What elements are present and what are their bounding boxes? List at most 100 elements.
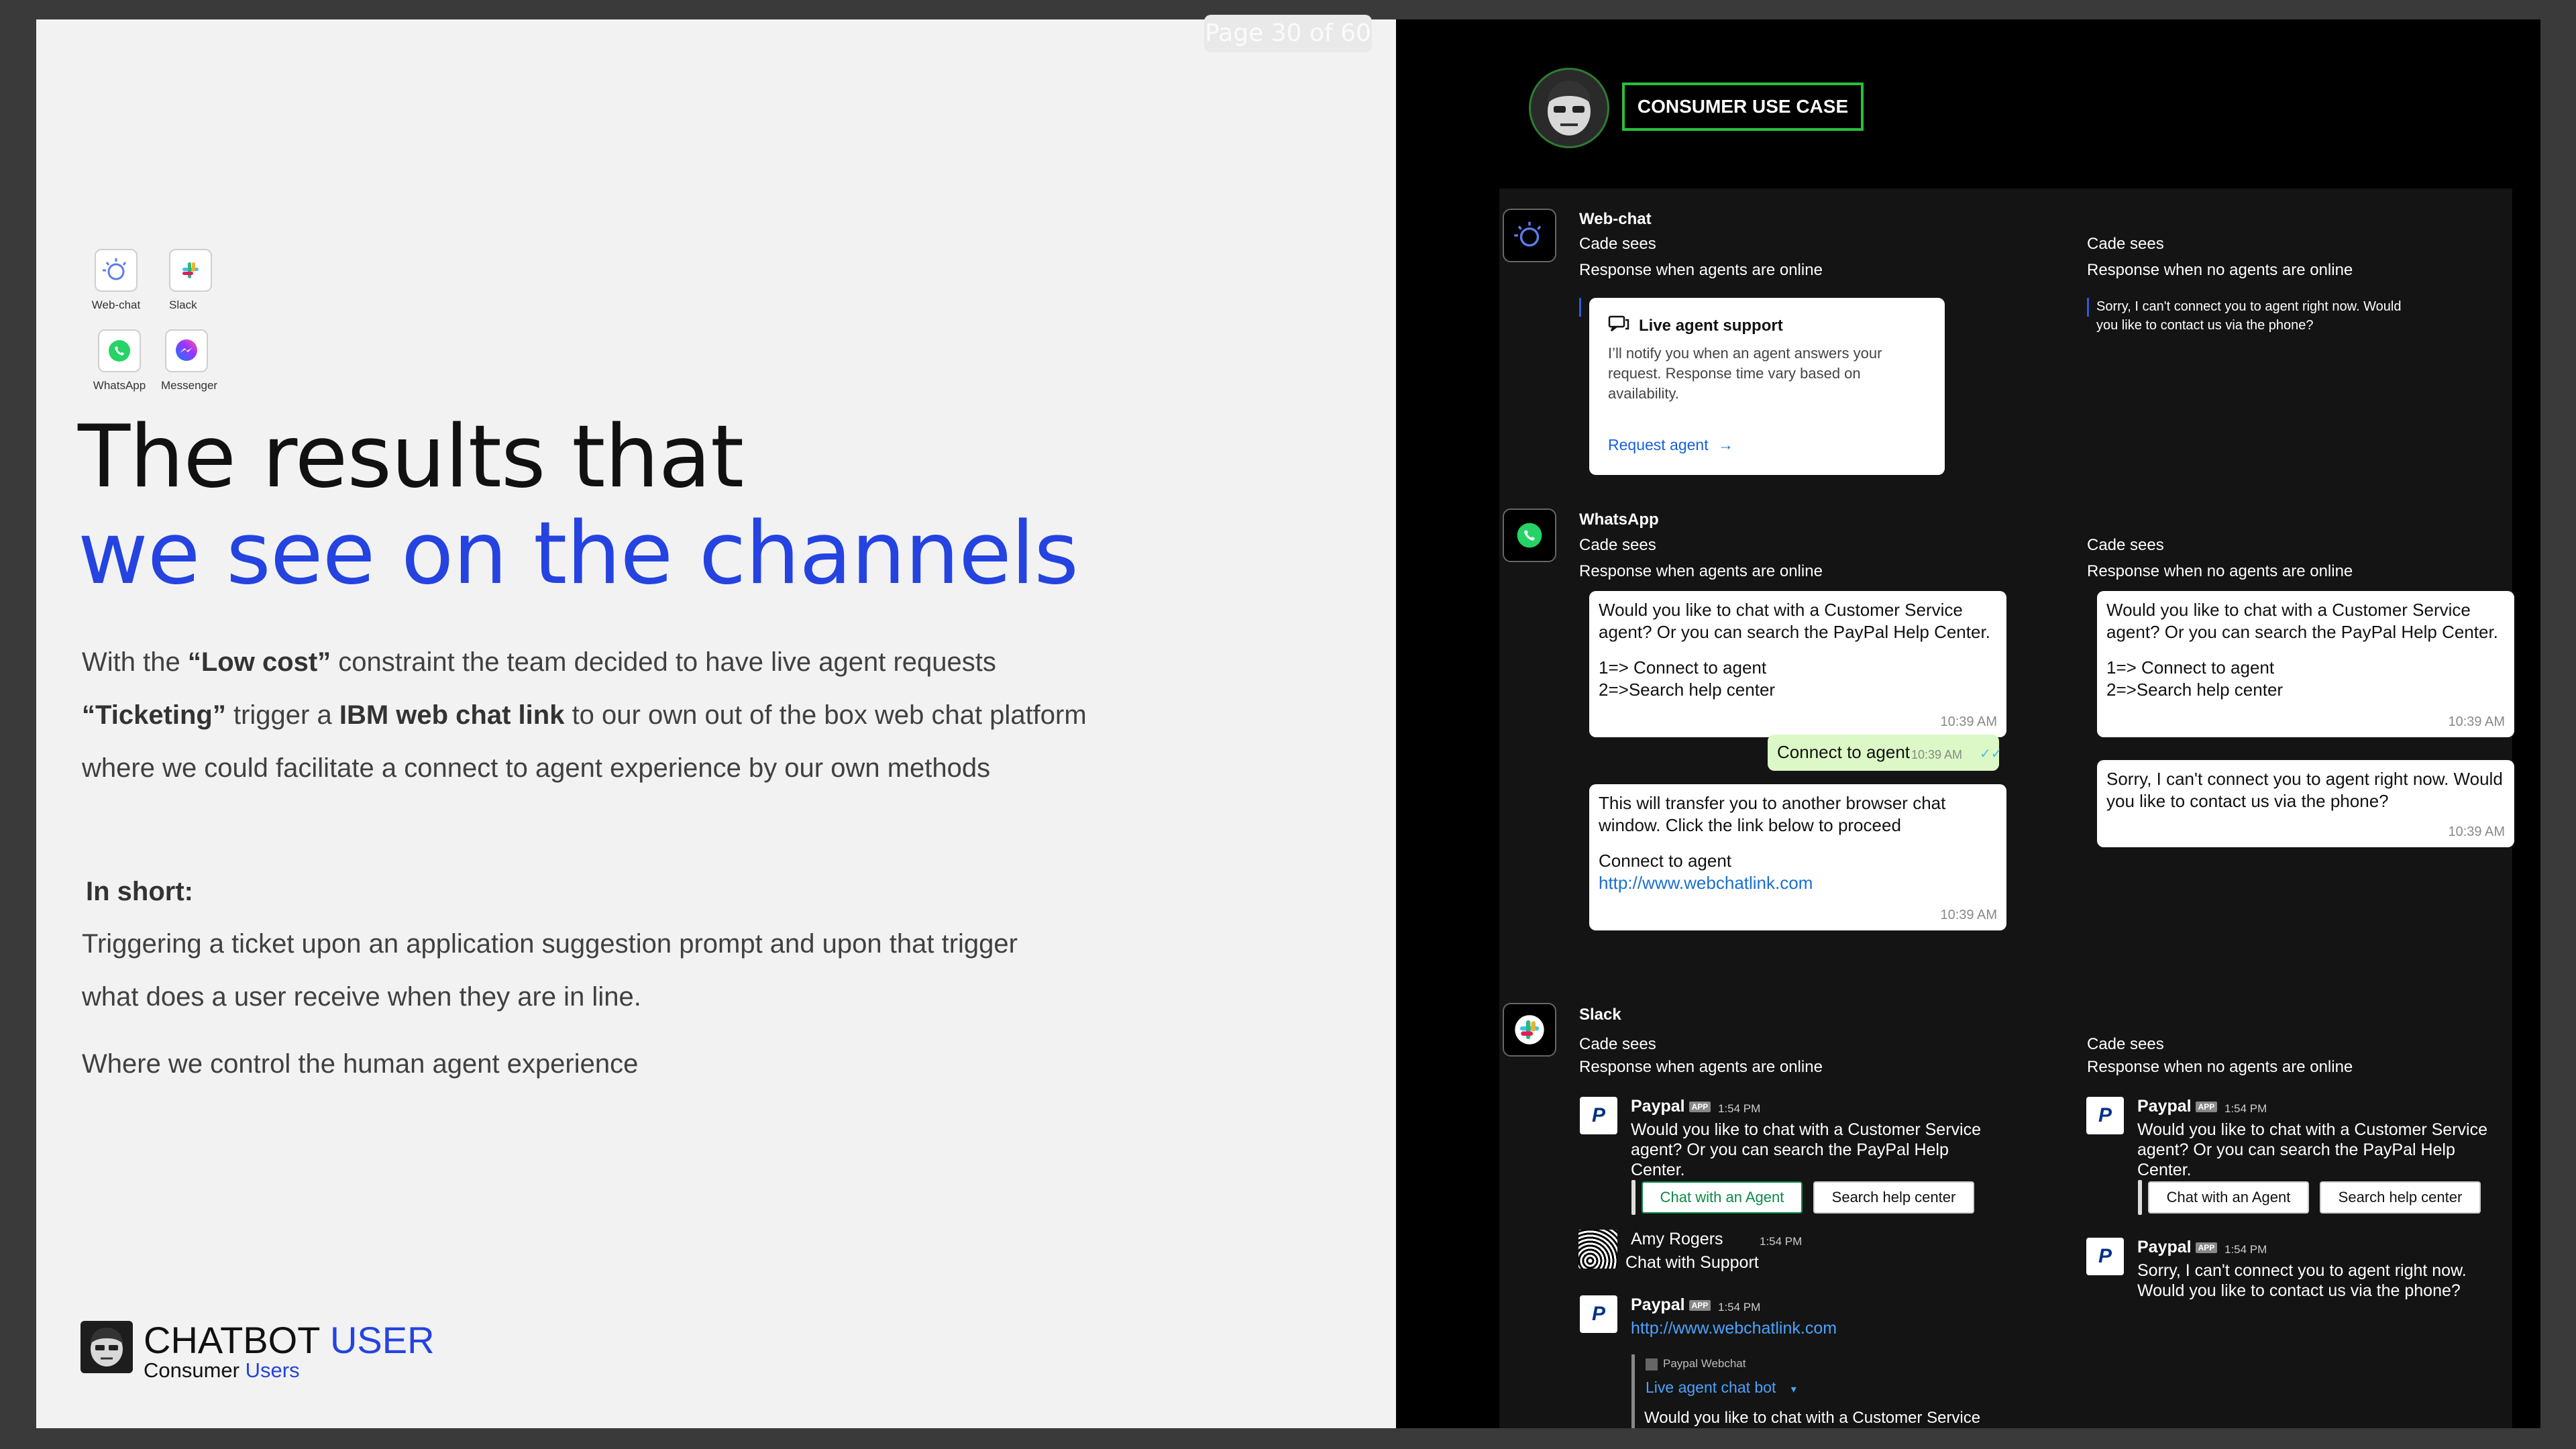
body-paragraph-5: what does a user receive when they are i… bbox=[82, 982, 641, 1012]
channel-label: Web-chat bbox=[91, 299, 141, 311]
title-line-1: The results that bbox=[78, 407, 744, 507]
body-paragraph-2: “Ticketing” trigger a IBM web chat link … bbox=[82, 700, 1087, 730]
webchat-source-icon bbox=[1646, 1358, 1658, 1371]
message-bar bbox=[1579, 298, 1581, 317]
attachment-bar bbox=[1631, 1354, 1635, 1428]
online-label: Response when agents are online bbox=[1579, 1058, 1823, 1076]
request-agent-link[interactable]: Request agent → bbox=[1608, 436, 1733, 454]
body-paragraph-1: With the “Low cost” constraint the team … bbox=[82, 647, 996, 677]
page-indicator: Page 30 of 60 bbox=[1204, 15, 1372, 52]
channel-label: Slack bbox=[169, 299, 197, 311]
bot-name: Paypal APP bbox=[1631, 1295, 1711, 1315]
title-line-2: we see on the channels bbox=[78, 504, 1079, 604]
webchat-link[interactable]: http://www.webchatlink.com bbox=[1631, 1318, 1837, 1338]
online-label: Response when agents are online bbox=[1579, 562, 1823, 580]
slack-message: Sorry, I can't connect you to agent righ… bbox=[2137, 1261, 2467, 1300]
attachment-bar bbox=[2138, 1180, 2142, 1215]
body-paragraph-6: Where we control the human agent experie… bbox=[82, 1049, 639, 1079]
message-bar bbox=[2087, 298, 2089, 317]
search-help-center-button[interactable]: Search help center bbox=[2320, 1181, 2481, 1214]
avatar bbox=[1578, 1230, 1617, 1269]
message-time: 1:54 PM bbox=[2224, 1243, 2267, 1256]
webchat-link[interactable]: http://www.webchatlink.com bbox=[1599, 872, 1997, 894]
message-time: 10:39 AM bbox=[2448, 824, 2505, 839]
cade-sees-label: Cade sees bbox=[1579, 536, 1656, 554]
ibm-watson-icon bbox=[1503, 209, 1556, 262]
slack-icon bbox=[169, 249, 212, 292]
webchat-title: Web-chat bbox=[1579, 210, 1652, 228]
slide-left-panel: Web-chat Slack WhatsApp Messenger The re… bbox=[36, 19, 1396, 1428]
channel-webchat: Web-chat bbox=[86, 249, 146, 312]
message-time: 10:39 AM bbox=[1940, 908, 1997, 922]
cade-sees-label: Cade sees bbox=[1579, 1035, 1656, 1053]
slack-message: Chat with Support bbox=[1625, 1253, 1759, 1272]
double-check-icon: ✓✓ bbox=[1980, 747, 2002, 761]
slack-message: Would you like to chat with a Customer S… bbox=[2137, 1120, 2487, 1179]
ibm-watson-icon bbox=[95, 249, 138, 292]
avatar bbox=[80, 1321, 133, 1373]
channel-whatsapp: WhatsApp bbox=[86, 329, 153, 392]
chat-with-agent-button[interactable]: Chat with an Agent bbox=[1642, 1181, 1803, 1214]
bot-name: Paypal APP bbox=[2137, 1097, 2218, 1116]
cade-sees-label: Cade sees bbox=[2087, 235, 2164, 253]
message-time: 10:39 AM bbox=[1940, 714, 1997, 729]
cade-sees-label: Cade sees bbox=[2087, 536, 2164, 554]
avatar bbox=[1529, 68, 1609, 148]
channel-responses-panel: Web-chat Cade sees Response when agents … bbox=[1499, 189, 2514, 1428]
message-time: 1:54 PM bbox=[1718, 1301, 1761, 1313]
channel-label: WhatsApp bbox=[93, 379, 146, 392]
slack-message: Would you like to chat with a Customer S… bbox=[1631, 1120, 1981, 1179]
message-time: 1:54 PM bbox=[2224, 1102, 2267, 1115]
body-paragraph-4: Triggering a ticket upon an application … bbox=[82, 929, 1018, 959]
whatsapp-icon bbox=[1503, 508, 1556, 562]
offline-label: Response when no agents are online bbox=[2087, 562, 2353, 580]
paypal-icon: P bbox=[2086, 1097, 2124, 1134]
whatsapp-message: This will transfer you to another browse… bbox=[1589, 784, 2006, 930]
brand-name: CHATBOT USER bbox=[144, 1319, 435, 1361]
card-text: I’ll notify you when an agent answers yo… bbox=[1608, 345, 1882, 402]
attachment-title[interactable]: Live agent chat bot ▾ bbox=[1646, 1379, 1796, 1397]
webchat-offline-message: Sorry, I can't connect you to agent righ… bbox=[2096, 299, 2402, 333]
arrow-right-icon: → bbox=[1718, 436, 1734, 453]
slide-viewer: Web-chat Slack WhatsApp Messenger The re… bbox=[0, 0, 2576, 1449]
messenger-icon bbox=[165, 329, 208, 372]
cade-sees-label: Cade sees bbox=[2087, 1035, 2164, 1053]
brand-subtitle: Consumer Users bbox=[144, 1358, 300, 1382]
attachment-bar bbox=[1631, 1180, 1635, 1215]
live-agent-support-card: Live agent support I’ll notify you when … bbox=[1589, 298, 1945, 475]
offline-label: Response when no agents are online bbox=[2087, 261, 2353, 279]
consumer-use-case-badge: CONSUMER USE CASE bbox=[1622, 83, 1864, 131]
offline-label: Response when no agents are online bbox=[2087, 1058, 2353, 1076]
channel-label: Messenger bbox=[161, 379, 218, 392]
chat-with-agent-button[interactable]: Chat with an Agent bbox=[2148, 1181, 2309, 1214]
cade-sees-label: Cade sees bbox=[1579, 235, 1656, 253]
search-help-center-button[interactable]: Search help center bbox=[1813, 1181, 1974, 1214]
channel-slack: Slack bbox=[161, 249, 221, 312]
bot-name: Paypal APP bbox=[1631, 1097, 1711, 1116]
whatsapp-reply: Connect to agent 10:39 AM ✓✓ bbox=[1768, 735, 2002, 771]
whatsapp-icon bbox=[98, 329, 141, 372]
slack-title: Slack bbox=[1579, 1006, 1621, 1024]
message-time: 1:54 PM bbox=[1718, 1102, 1761, 1115]
in-short-heading: In short: bbox=[86, 877, 193, 906]
caret-down-icon: ▾ bbox=[1790, 1384, 1796, 1395]
paypal-icon: P bbox=[1580, 1097, 1617, 1134]
chat-icon bbox=[1608, 315, 1629, 336]
whatsapp-message: Would you like to chat with a Customer S… bbox=[1589, 591, 2006, 737]
user-name: Amy Rogers bbox=[1631, 1230, 1723, 1248]
attachment-message: Would you like to chat with a Customer S… bbox=[1644, 1409, 1981, 1427]
whatsapp-message: Would you like to chat with a Customer S… bbox=[2097, 591, 2514, 737]
message-time: 1:54 PM bbox=[1760, 1235, 1803, 1248]
slack-icon bbox=[1503, 1003, 1556, 1057]
whatsapp-title: WhatsApp bbox=[1579, 511, 1659, 529]
card-title: Live agent support bbox=[1639, 317, 1783, 335]
paypal-icon: P bbox=[1580, 1295, 1617, 1333]
online-label: Response when agents are online bbox=[1579, 261, 1823, 279]
body-paragraph-3: where we could facilitate a connect to a… bbox=[82, 753, 991, 783]
channel-messenger: Messenger bbox=[161, 329, 235, 392]
paypal-icon: P bbox=[2086, 1238, 2124, 1275]
slide-right-panel: CONSUMER USE CASE Web-chat Cade sees Res… bbox=[1396, 19, 2540, 1428]
attachment-source: Paypal Webchat bbox=[1646, 1357, 1746, 1371]
message-time: 10:39 AM bbox=[2448, 714, 2505, 729]
bot-name: Paypal APP bbox=[2137, 1238, 2218, 1257]
